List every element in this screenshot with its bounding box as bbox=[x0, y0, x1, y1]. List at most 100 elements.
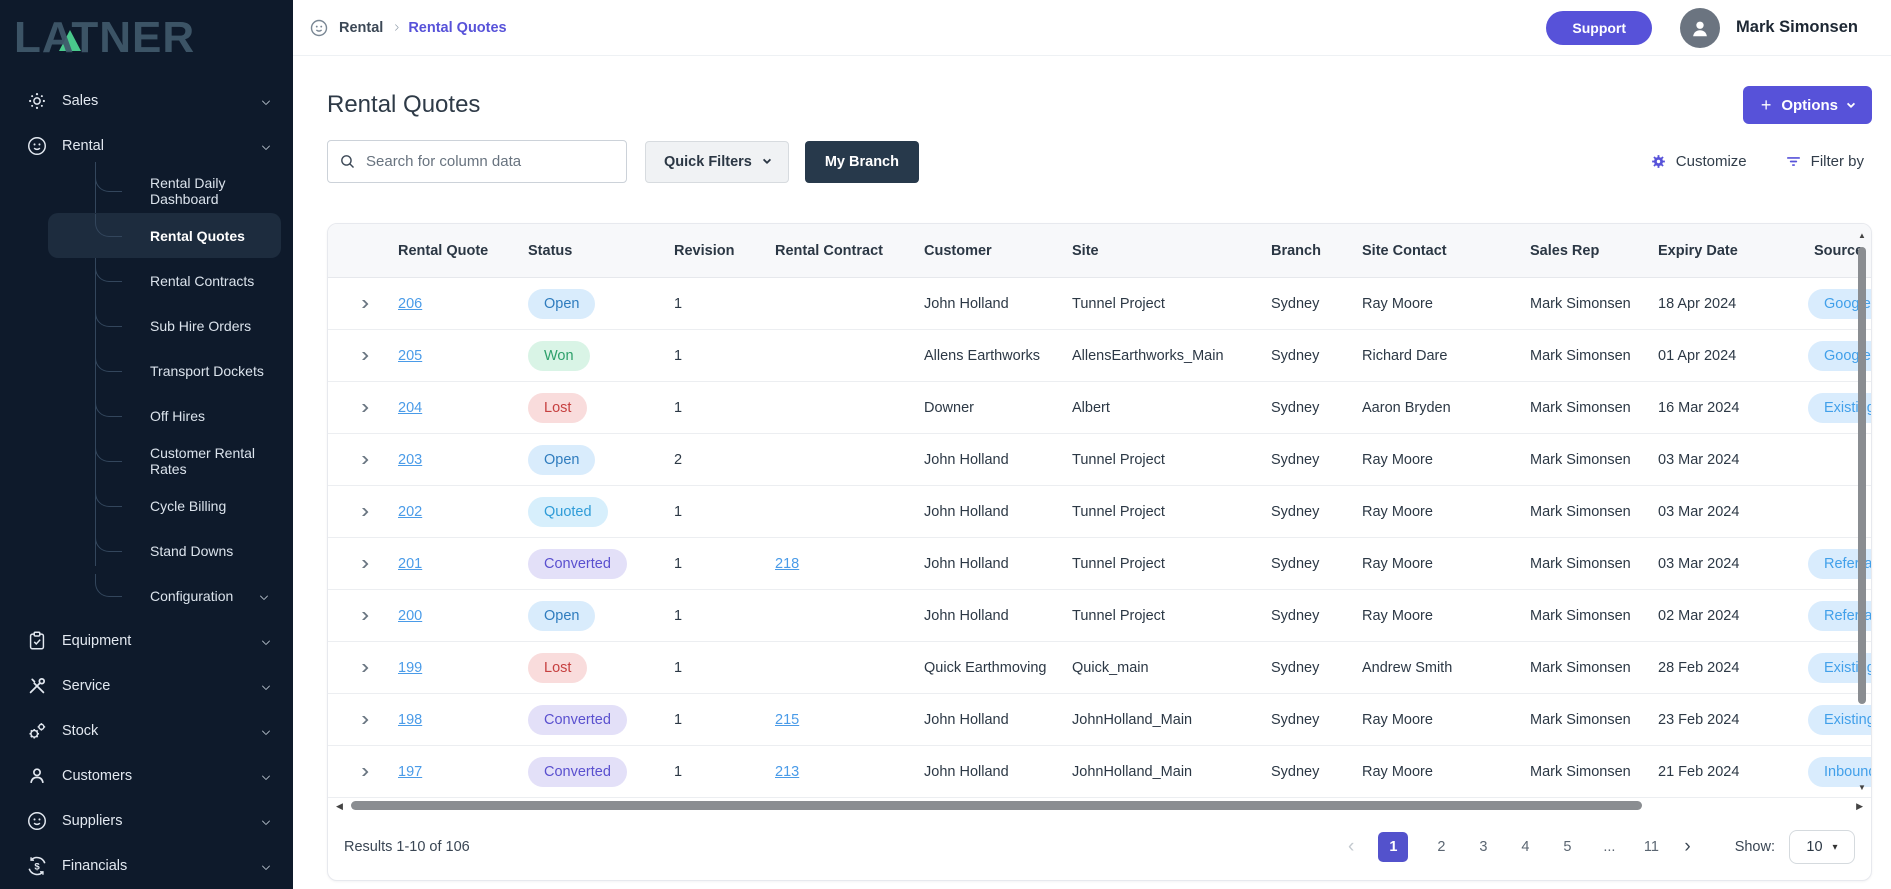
rental-quote-link[interactable]: 199 bbox=[398, 660, 422, 676]
row-expand-icon[interactable] bbox=[357, 300, 368, 308]
breadcrumb-rental-quotes[interactable]: Rental Quotes bbox=[408, 20, 506, 36]
column-header-site-contact[interactable]: Site Contact bbox=[1346, 243, 1514, 259]
sidebar-item-equipment[interactable]: Equipment bbox=[0, 618, 293, 663]
page-button-1[interactable]: 1 bbox=[1378, 832, 1408, 862]
column-header-expiry-date[interactable]: Expiry Date bbox=[1642, 243, 1798, 259]
sidebar-item-service[interactable]: Service bbox=[0, 663, 293, 708]
table-body: 206Open1John HollandTunnel ProjectSydney… bbox=[328, 278, 1871, 798]
column-header-status[interactable]: Status bbox=[512, 243, 658, 259]
sidebar-item-label: Financials bbox=[62, 858, 127, 874]
sidebar-item-rental[interactable]: Rental bbox=[0, 123, 293, 168]
column-header-site[interactable]: Site bbox=[1056, 243, 1255, 259]
horizontal-scroll-thumb[interactable] bbox=[351, 801, 1642, 810]
sidebar-item-cycle-billing[interactable]: Cycle Billing bbox=[48, 483, 281, 528]
row-expand-icon[interactable] bbox=[357, 612, 368, 620]
search-input[interactable] bbox=[327, 140, 627, 183]
quick-filters-button[interactable]: Quick Filters bbox=[645, 141, 789, 183]
next-page-button[interactable]: › bbox=[1684, 836, 1690, 858]
column-header-revision[interactable]: Revision bbox=[658, 243, 759, 259]
sidebar-item-suppliers[interactable]: Suppliers bbox=[0, 798, 293, 843]
horizontal-scrollbar[interactable]: ◀ ▶ bbox=[328, 798, 1871, 814]
sidebar-item-label: Equipment bbox=[62, 633, 131, 649]
toolbar: Quick Filters My Branch bbox=[327, 140, 1872, 183]
sidebar-item-off-hires[interactable]: Off Hires bbox=[48, 393, 281, 438]
column-header-sales-rep[interactable]: Sales Rep bbox=[1514, 243, 1642, 259]
breadcrumb-rental[interactable]: Rental bbox=[339, 20, 383, 36]
sidebar-item-rental-quotes[interactable]: Rental Quotes bbox=[48, 213, 281, 258]
site-value: Tunnel Project bbox=[1056, 296, 1255, 312]
rental-quote-link[interactable]: 200 bbox=[398, 608, 422, 624]
page-button-11[interactable]: 11 bbox=[1642, 839, 1660, 855]
rental-quote-link[interactable]: 206 bbox=[398, 296, 422, 312]
sidebar-item-rental-daily-dashboard[interactable]: Rental Daily Dashboard bbox=[48, 168, 281, 213]
customize-button[interactable]: Customize bbox=[1650, 153, 1747, 170]
sidebar-item-sub-hire-orders[interactable]: Sub Hire Orders bbox=[48, 303, 281, 348]
status-badge: Converted bbox=[528, 757, 627, 787]
sidebar-item-customers[interactable]: Customers bbox=[0, 753, 293, 798]
sidebar-item-customer-rental-rates[interactable]: Customer Rental Rates bbox=[48, 438, 281, 483]
rental-contract-link[interactable]: 213 bbox=[775, 764, 799, 780]
scroll-left-icon[interactable]: ◀ bbox=[336, 802, 343, 811]
rental-quote-link[interactable]: 205 bbox=[398, 348, 422, 364]
sidebar-item-sales[interactable]: Sales bbox=[0, 78, 293, 123]
row-expand-icon[interactable] bbox=[357, 560, 368, 568]
scroll-right-icon[interactable]: ▶ bbox=[1856, 802, 1863, 811]
chevron-down-icon bbox=[763, 156, 771, 164]
row-expand-icon[interactable] bbox=[357, 664, 368, 672]
rental-contract-link[interactable]: 215 bbox=[775, 712, 799, 728]
vertical-scrollbar[interactable]: ▲ ▼ bbox=[1856, 232, 1868, 792]
rental-quote-link[interactable]: 203 bbox=[398, 452, 422, 468]
sales-rep-value: Mark Simonsen bbox=[1514, 296, 1642, 312]
scroll-up-icon[interactable]: ▲ bbox=[1858, 232, 1866, 240]
row-expand-icon[interactable] bbox=[357, 352, 368, 360]
column-header-customer[interactable]: Customer bbox=[908, 243, 1056, 259]
user-name[interactable]: Mark Simonsen bbox=[1736, 18, 1858, 37]
sidebar-item-stock[interactable]: Stock bbox=[0, 708, 293, 753]
rental-quote-link[interactable]: 197 bbox=[398, 764, 422, 780]
column-header-branch[interactable]: Branch bbox=[1255, 243, 1346, 259]
rental-quote-link[interactable]: 198 bbox=[398, 712, 422, 728]
row-expand-icon[interactable] bbox=[357, 456, 368, 464]
row-expand-icon[interactable] bbox=[357, 768, 368, 776]
scroll-down-icon[interactable]: ▼ bbox=[1858, 784, 1866, 792]
rental-contract-link[interactable]: 218 bbox=[775, 556, 799, 572]
sidebar-item-transport-dockets[interactable]: Transport Dockets bbox=[48, 348, 281, 393]
row-expand-icon[interactable] bbox=[357, 404, 368, 412]
my-branch-button[interactable]: My Branch bbox=[805, 141, 919, 183]
options-button[interactable]: + Options bbox=[1743, 86, 1872, 124]
sidebar-item-rental-contracts[interactable]: Rental Contracts bbox=[48, 258, 281, 303]
expiry-date-value: 21 Feb 2024 bbox=[1642, 764, 1798, 780]
column-header-rental-quote[interactable]: Rental Quote bbox=[382, 243, 512, 259]
horizontal-scroll-track[interactable] bbox=[349, 801, 1850, 811]
app-logo: LATNER bbox=[0, 0, 293, 78]
customer-value: John Holland bbox=[908, 452, 1056, 468]
vertical-scroll-thumb[interactable] bbox=[1858, 247, 1866, 704]
page-button-5[interactable]: 5 bbox=[1558, 839, 1576, 855]
column-header-rental-contract[interactable]: Rental Contract bbox=[759, 243, 908, 259]
sidebar-item-stand-downs[interactable]: Stand Downs bbox=[48, 528, 281, 573]
sidebar-item-configuration[interactable]: Configuration bbox=[48, 573, 281, 618]
pagination: ‹ 12345...11› bbox=[1348, 832, 1691, 862]
row-expand-icon[interactable] bbox=[357, 716, 368, 724]
sidebar-subnav-rental: Rental Daily DashboardRental QuotesRenta… bbox=[0, 168, 293, 618]
previous-page-button[interactable]: ‹ bbox=[1348, 836, 1354, 858]
page-button-3[interactable]: 3 bbox=[1474, 839, 1492, 855]
page-button-4[interactable]: 4 bbox=[1516, 839, 1534, 855]
branch-value: Sydney bbox=[1255, 504, 1346, 520]
page-size-select[interactable]: 10 ▾ bbox=[1789, 830, 1855, 864]
filter-by-button[interactable]: Filter by bbox=[1785, 153, 1864, 170]
sales-rep-value: Mark Simonsen bbox=[1514, 764, 1642, 780]
filter-icon bbox=[1785, 153, 1802, 170]
rental-quote-link[interactable]: 202 bbox=[398, 504, 422, 520]
sidebar-item-label: Off Hires bbox=[150, 408, 205, 424]
avatar[interactable] bbox=[1680, 8, 1720, 48]
page-button-2[interactable]: 2 bbox=[1432, 839, 1450, 855]
rental-quote-link[interactable]: 204 bbox=[398, 400, 422, 416]
support-button[interactable]: Support bbox=[1546, 11, 1652, 45]
sidebar-item-financials[interactable]: $Financials bbox=[0, 843, 293, 888]
status-badge: Lost bbox=[528, 393, 587, 423]
row-expand-icon[interactable] bbox=[357, 508, 368, 516]
site-value: Quick_main bbox=[1056, 660, 1255, 676]
rental-quote-link[interactable]: 201 bbox=[398, 556, 422, 572]
vertical-scroll-track[interactable] bbox=[1856, 243, 1868, 781]
